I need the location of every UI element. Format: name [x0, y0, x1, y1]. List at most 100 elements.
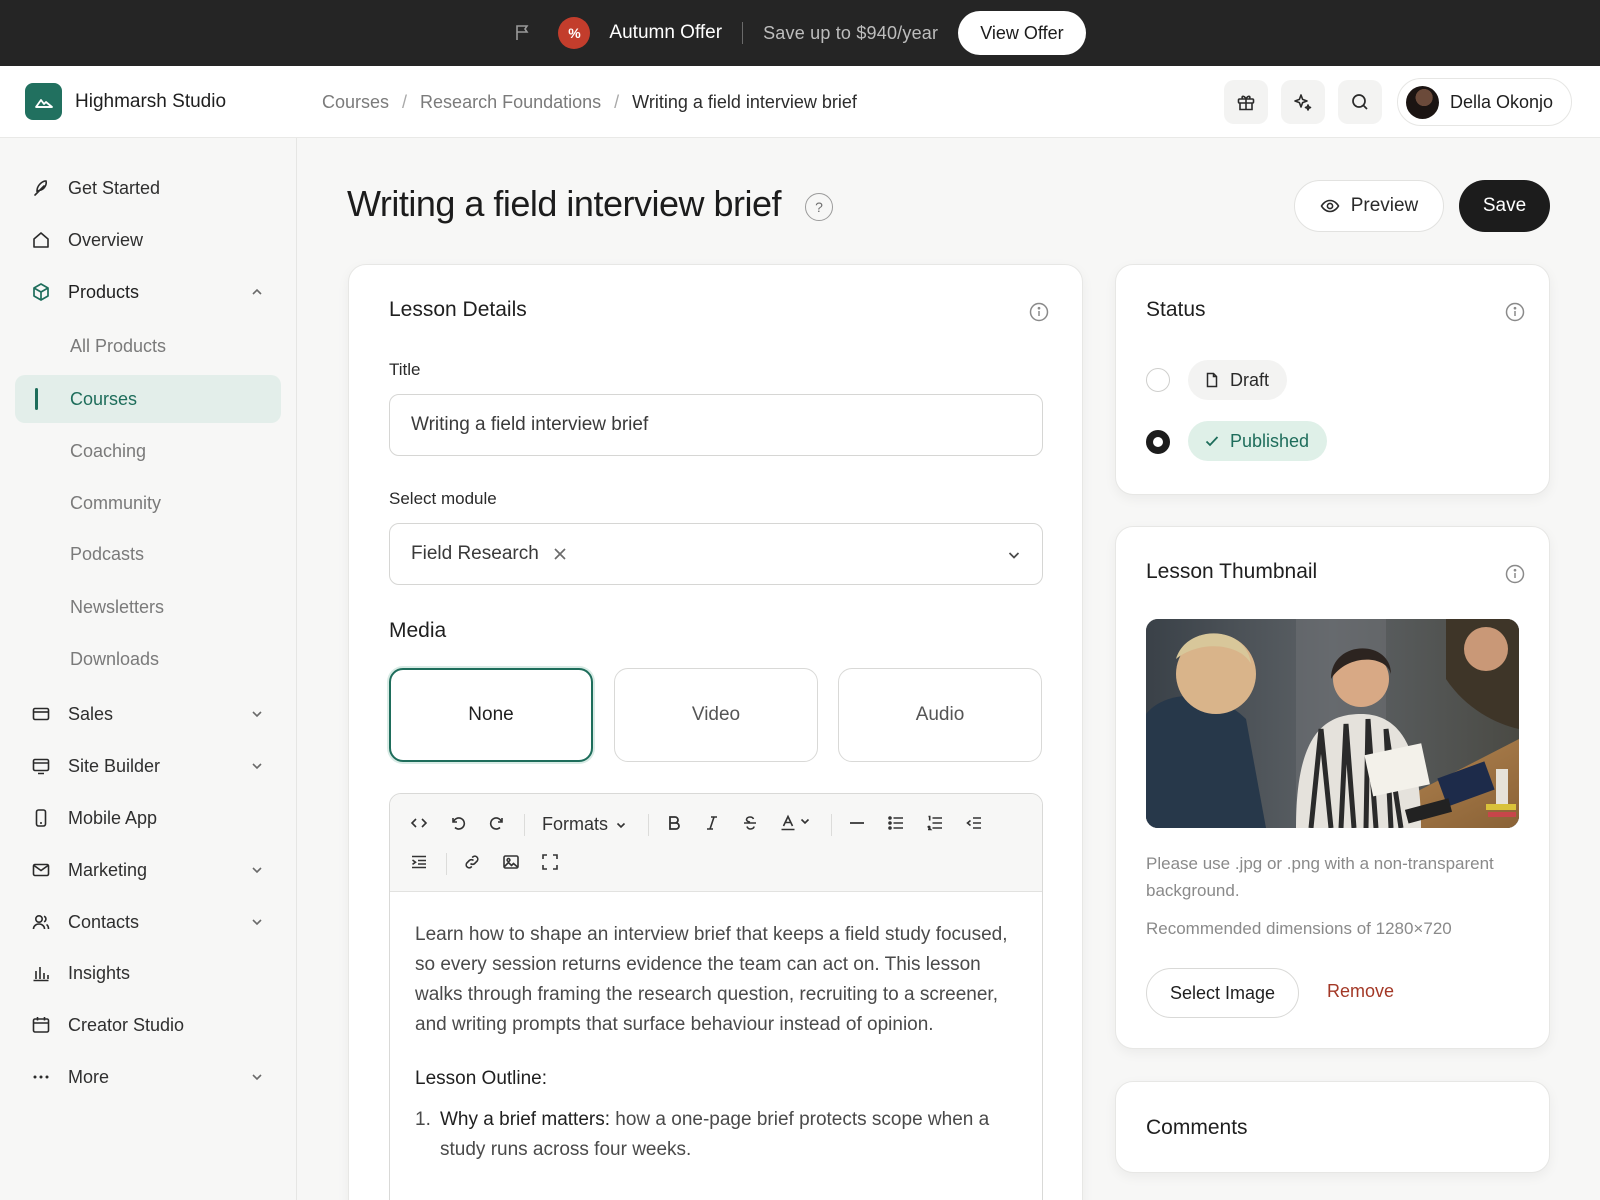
- flag-icon: [514, 24, 532, 42]
- sidebar-item-creator-studio[interactable]: Creator Studio: [15, 1001, 281, 1049]
- brand-name: Highmarsh Studio: [75, 90, 227, 112]
- toolbar-divider: [648, 814, 649, 836]
- sidebar-item-label: Overview: [68, 229, 144, 250]
- status-radio-draft[interactable]: [1146, 368, 1170, 392]
- sidebar-subitem-coaching[interactable]: Coaching: [15, 427, 281, 475]
- sidebar-item-sales[interactable]: Sales: [15, 690, 281, 738]
- sparkle-icon: [1293, 92, 1313, 112]
- link-icon[interactable]: [461, 851, 483, 873]
- horizontal-rule-icon[interactable]: [846, 812, 868, 834]
- text-color-icon[interactable]: [777, 812, 799, 834]
- brand[interactable]: Highmarsh Studio: [25, 83, 226, 120]
- image-icon[interactable]: [500, 851, 522, 873]
- redo-icon[interactable]: [486, 812, 508, 834]
- select-image-button[interactable]: Select Image: [1146, 968, 1299, 1018]
- avatar: [1406, 85, 1439, 119]
- breadcrumb-courses[interactable]: Courses: [322, 92, 389, 113]
- formats-dropdown[interactable]: Formats: [542, 814, 627, 835]
- breadcrumb-current: Writing a field interview brief: [632, 92, 857, 112]
- document-icon: [1206, 372, 1218, 388]
- save-button[interactable]: Save: [1459, 180, 1550, 232]
- gift-icon: [1236, 92, 1256, 112]
- user-menu[interactable]: Della Okonjo: [1397, 78, 1573, 126]
- strikethrough-icon[interactable]: [739, 812, 761, 834]
- rich-text-editor: Formats Learn how to shape an interview …: [389, 793, 1043, 1200]
- sidebar-item-label: Mobile App: [68, 807, 158, 828]
- info-icon[interactable]: [1505, 564, 1525, 584]
- module-select[interactable]: Field Research: [389, 523, 1043, 585]
- sidebar-item-insights[interactable]: Insights: [15, 949, 281, 997]
- sidebar-item-products[interactable]: Products: [15, 268, 281, 316]
- indent-icon[interactable]: [408, 851, 430, 873]
- thumbnail-dimensions-note: Recommended dimensions of 1280×720: [1146, 919, 1452, 938]
- preview-button[interactable]: Preview: [1294, 180, 1444, 232]
- sidebar-item-overview[interactable]: Overview: [15, 216, 281, 264]
- status-published-pill[interactable]: Published: [1188, 421, 1328, 461]
- sidebar-subitem-downloads[interactable]: Downloads: [15, 635, 281, 683]
- sidebar-subitem-courses[interactable]: Courses: [15, 375, 281, 423]
- breadcrumb-separator: /: [614, 92, 620, 112]
- gift-button[interactable]: [1224, 80, 1268, 124]
- promo-text: Save up to $940/year: [763, 22, 939, 43]
- view-offer-button[interactable]: View Offer: [958, 11, 1086, 55]
- breadcrumb-research-foundations[interactable]: Research Foundations: [420, 92, 601, 113]
- lesson-outline-heading: Lesson Outline:: [415, 1068, 548, 1089]
- status-draft-label: Draft: [1230, 369, 1270, 390]
- sidebar-subitem-community[interactable]: Community: [15, 479, 281, 527]
- help-icon[interactable]: ?: [805, 193, 833, 221]
- code-icon[interactable]: [408, 812, 430, 834]
- lesson-details-heading: Lesson Details: [389, 298, 527, 321]
- eye-icon: [1320, 199, 1340, 213]
- sidebar-subitem-all-products[interactable]: All Products: [15, 322, 281, 370]
- remove-image-button[interactable]: Remove: [1327, 981, 1394, 1002]
- feather-icon: [30, 177, 52, 199]
- users-icon: [30, 911, 52, 933]
- user-name: Della Okonjo: [1450, 91, 1554, 112]
- fullscreen-icon[interactable]: [539, 851, 561, 873]
- box-icon: [30, 281, 52, 303]
- numbered-list-icon[interactable]: [924, 812, 946, 834]
- sidebar-item-more[interactable]: More: [15, 1053, 281, 1101]
- sidebar-item-label: Contacts: [68, 911, 140, 932]
- ai-sparkle-button[interactable]: [1281, 80, 1325, 124]
- preview-label: Preview: [1350, 195, 1419, 216]
- lesson-thumbnail-image: [1146, 619, 1519, 828]
- chevron-up-icon: [249, 284, 265, 300]
- outline-item-number: 1.: [415, 1109, 431, 1130]
- toolbar-divider: [524, 814, 525, 836]
- sidebar-item-mobile-app[interactable]: Mobile App: [15, 794, 281, 842]
- info-icon[interactable]: [1505, 302, 1525, 322]
- outdent-icon[interactable]: [963, 812, 985, 834]
- info-icon[interactable]: [1029, 302, 1049, 322]
- sidebar-item-label: Get Started: [68, 177, 161, 198]
- media-option-none[interactable]: None: [389, 668, 593, 762]
- sidebar-item-label: Marketing: [68, 859, 148, 880]
- search-button[interactable]: [1338, 80, 1382, 124]
- lesson-thumbnail-heading: Lesson Thumbnail: [1146, 560, 1318, 583]
- sidebar-item-get-started[interactable]: Get Started: [15, 164, 281, 212]
- close-icon[interactable]: [553, 547, 567, 561]
- italic-icon[interactable]: [701, 812, 723, 834]
- status-draft-pill[interactable]: Draft: [1188, 360, 1288, 400]
- media-option-video[interactable]: Video: [614, 668, 818, 762]
- title-input[interactable]: [389, 394, 1043, 456]
- sidebar-subitem-label: Newsletters: [70, 596, 165, 617]
- undo-icon[interactable]: [447, 812, 469, 834]
- sidebar-item-contacts[interactable]: Contacts: [15, 898, 281, 946]
- bullet-list-icon[interactable]: [885, 812, 907, 834]
- bar-chart-icon: [30, 962, 52, 984]
- sidebar-subitem-newsletters[interactable]: Newsletters: [15, 583, 281, 631]
- sidebar-item-marketing[interactable]: Marketing: [15, 846, 281, 894]
- bold-icon[interactable]: [663, 812, 685, 834]
- status-radio-published[interactable]: [1146, 430, 1170, 454]
- check-icon: [1205, 436, 1219, 447]
- chevron-down-icon: [249, 914, 265, 930]
- sidebar: Get Started Overview Products All Produc…: [0, 138, 297, 1200]
- sidebar-item-site-builder[interactable]: Site Builder: [15, 742, 281, 790]
- home-icon: [30, 229, 52, 251]
- media-option-audio[interactable]: Audio: [838, 668, 1042, 762]
- editor-content[interactable]: Learn how to shape an interview brief th…: [415, 920, 1020, 1165]
- chevron-down-icon[interactable]: [798, 814, 812, 828]
- sidebar-subitem-podcasts[interactable]: Podcasts: [15, 530, 281, 578]
- status-heading: Status: [1146, 298, 1206, 321]
